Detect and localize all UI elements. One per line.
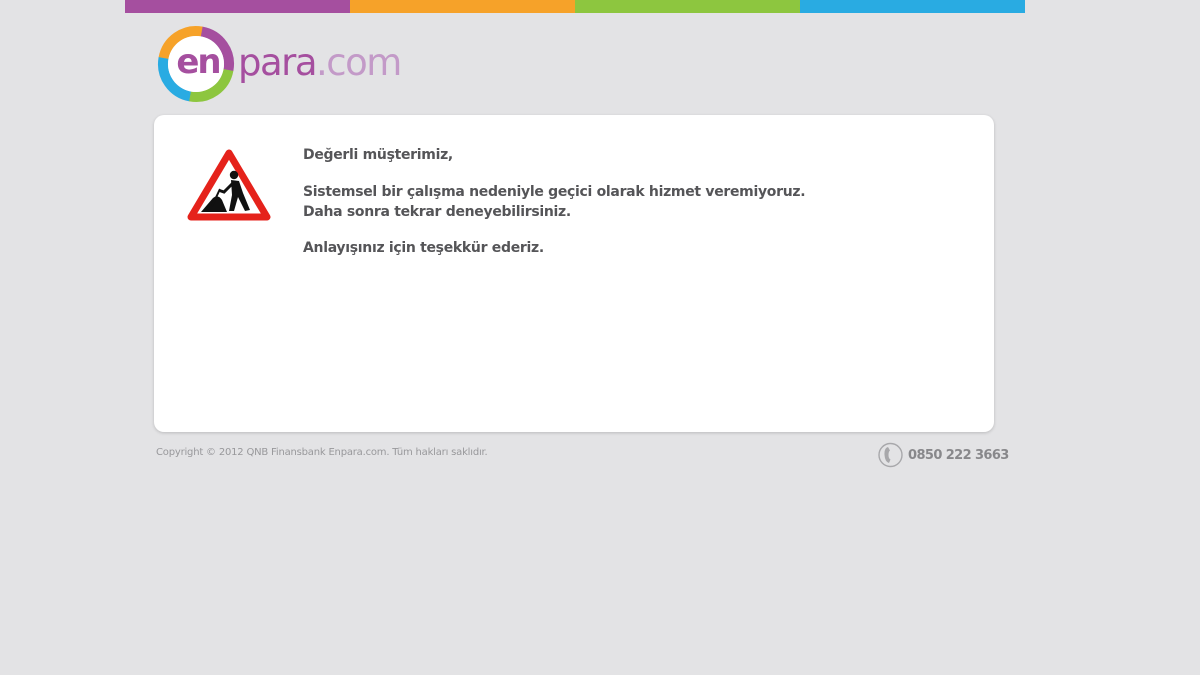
- phone-contact[interactable]: 0850 222 3663: [877, 442, 1009, 468]
- logo-dotcom-text: .com: [316, 41, 402, 84]
- logo-para-text: para: [238, 41, 318, 84]
- phone-number[interactable]: 0850 222 3663: [908, 448, 1009, 463]
- stripe-purple: [125, 0, 350, 13]
- stripe-orange: [350, 0, 575, 13]
- enpara-logo[interactable]: en para.com: [156, 24, 402, 104]
- logo-en-text: en: [176, 42, 221, 82]
- logo-wordmark: para.com: [238, 41, 402, 84]
- service-unavailable-text: Sistemsel bir çalışma nedeniyle geçici o…: [303, 184, 806, 200]
- color-stripe: [125, 0, 1025, 13]
- stripe-green: [575, 0, 800, 13]
- thanks-text: Anlayışınız için teşekkür ederiz.: [303, 240, 544, 256]
- phone-icon: [878, 442, 903, 468]
- greeting-text: Değerli müşterimiz,: [303, 147, 453, 163]
- maintenance-card: Değerli müşterimiz, Sistemsel bir çalışm…: [154, 115, 994, 432]
- copyright-text: Copyright © 2012 QNB Finansbank Enpara.c…: [156, 447, 488, 458]
- road-works-warning-icon: [187, 149, 271, 221]
- maintenance-message: Değerli müşterimiz, Sistemsel bir çalışm…: [303, 145, 963, 258]
- stripe-blue: [800, 0, 1025, 13]
- retry-later-text: Daha sonra tekrar deneyebilirsiniz.: [303, 204, 571, 220]
